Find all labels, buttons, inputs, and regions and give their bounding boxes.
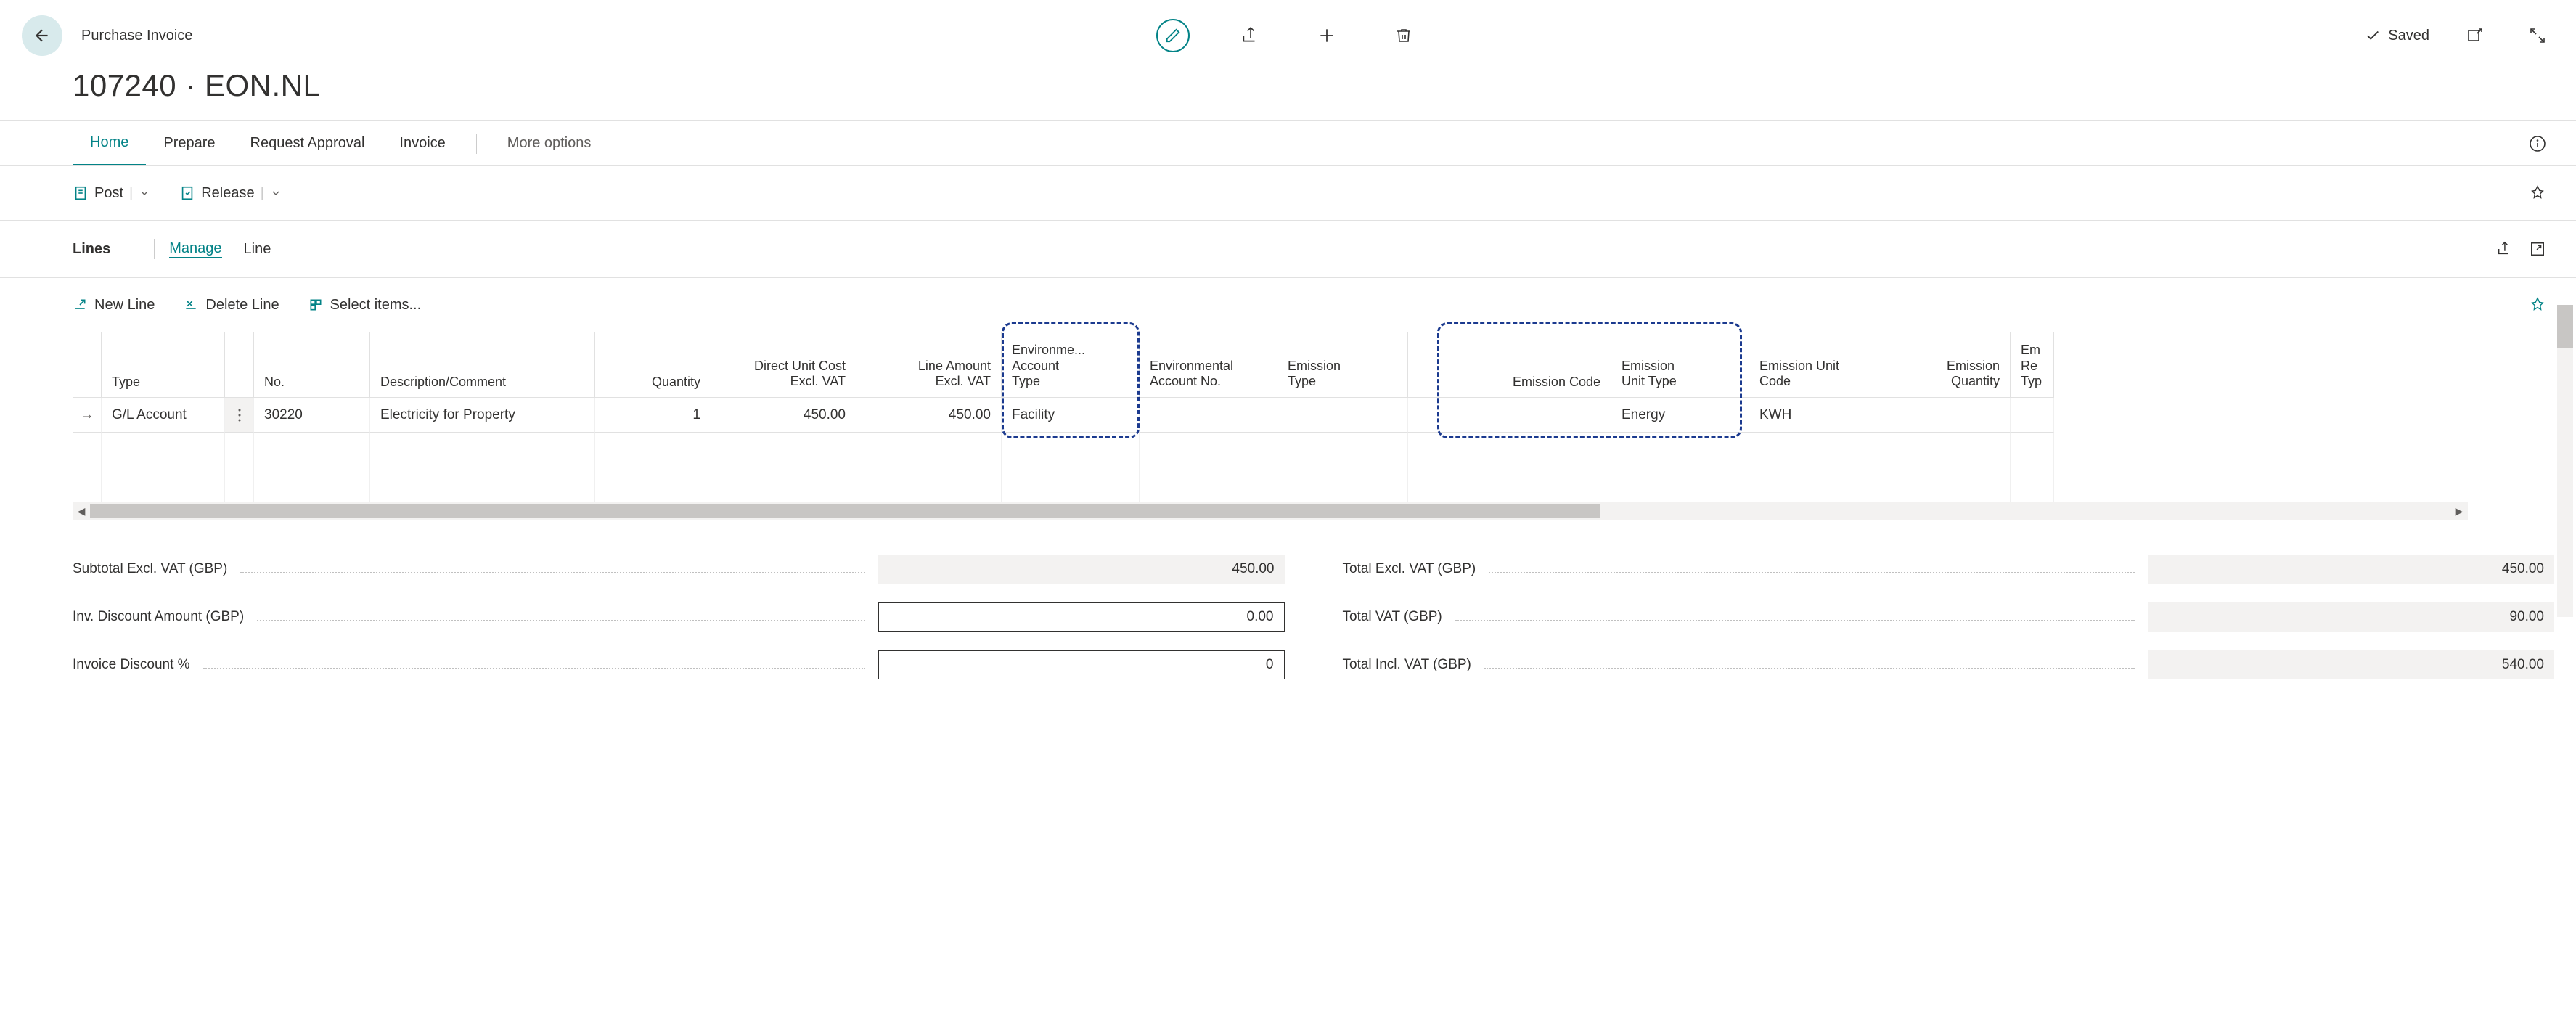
pin-actionbar[interactable]: [2521, 176, 2554, 210]
col-emission-unit-type[interactable]: Emission Unit Type: [1611, 332, 1749, 398]
col-select: [73, 332, 102, 398]
col-direct-unit-cost[interactable]: Direct Unit Cost Excl. VAT: [711, 332, 856, 398]
nav-tabs: Home Prepare Request Approval Invoice Mo…: [0, 120, 2576, 166]
col-emission-qty[interactable]: Emission Quantity: [1894, 332, 2011, 398]
total-excl-vat-value: 450.00: [2148, 555, 2554, 584]
page-title: 107240 · EON.NL: [0, 61, 2576, 120]
cell-emission-type[interactable]: [1277, 398, 1408, 433]
release-action[interactable]: Release |: [179, 185, 282, 202]
col-description[interactable]: Description/Comment: [370, 332, 595, 398]
col-em-re[interactable]: Em Re Typ: [2011, 332, 2054, 398]
col-env-acct-type[interactable]: Environme... Account Type: [1002, 332, 1140, 398]
col-quantity[interactable]: Quantity: [595, 332, 711, 398]
tab-request-approval[interactable]: Request Approval: [233, 122, 383, 165]
scroll-left-icon[interactable]: ◀: [73, 505, 90, 518]
cell-direct-unit-cost[interactable]: 450.00: [711, 398, 856, 433]
col-emission-unit-code[interactable]: Emission Unit Code: [1749, 332, 1894, 398]
back-button[interactable]: [22, 15, 62, 56]
col-emission-type[interactable]: Emission Type: [1277, 332, 1408, 398]
subtotal-excl-vat-label: Subtotal Excl. VAT (GBP): [73, 561, 227, 577]
scroll-thumb[interactable]: [90, 504, 1600, 518]
total-incl-vat-label: Total Incl. VAT (GBP): [1343, 657, 1471, 673]
cell-env-acct-no[interactable]: [1140, 398, 1277, 433]
page-vscrollbar[interactable]: [2557, 305, 2573, 617]
maximize-lines-icon[interactable]: [2521, 232, 2554, 266]
collapse-button[interactable]: [2521, 19, 2554, 52]
edit-button[interactable]: [1156, 19, 1190, 52]
total-vat-label: Total VAT (GBP): [1343, 609, 1442, 625]
cell-emission-code[interactable]: [1408, 398, 1611, 433]
invoice-discount-pct-field[interactable]: 0: [878, 650, 1285, 679]
delete-line-label: Delete Line: [205, 297, 279, 314]
saved-label: Saved: [2388, 28, 2429, 44]
col-line-amount[interactable]: Line Amount Excl. VAT: [856, 332, 1002, 398]
row-indicator[interactable]: →: [73, 398, 102, 433]
new-line-label: New Line: [94, 297, 155, 314]
col-env-acct-no[interactable]: Environmental Account No.: [1140, 332, 1277, 398]
delete-button[interactable]: [1387, 19, 1420, 52]
release-label: Release: [201, 185, 254, 202]
tab-invoice[interactable]: Invoice: [382, 122, 462, 165]
post-label: Post: [94, 185, 123, 202]
col-type[interactable]: Type: [102, 332, 225, 398]
inv-discount-amount-field[interactable]: 0.00: [878, 602, 1285, 632]
table-row[interactable]: [73, 433, 102, 467]
tab-prepare[interactable]: Prepare: [146, 122, 232, 165]
col-rowactions: [225, 332, 254, 398]
row-more-icon[interactable]: [225, 398, 254, 433]
cell-emission-unit-code[interactable]: KWH: [1749, 398, 1894, 433]
nav-divider: [476, 134, 477, 154]
vscroll-thumb[interactable]: [2557, 305, 2573, 348]
new-button[interactable]: [1310, 19, 1344, 52]
cell-em-re[interactable]: [2011, 398, 2054, 433]
inv-discount-amount-label: Inv. Discount Amount (GBP): [73, 609, 244, 625]
pop-out-button[interactable]: [2458, 19, 2492, 52]
subtotal-excl-vat-value: 450.00: [878, 555, 1285, 584]
more-options[interactable]: More options: [490, 122, 609, 165]
share-lines-icon[interactable]: [2487, 232, 2521, 266]
divider: [154, 239, 155, 259]
select-items-button[interactable]: Select items...: [308, 297, 422, 314]
cell-emission-qty[interactable]: [1894, 398, 2011, 433]
breadcrumb: Purchase Invoice: [81, 28, 192, 44]
cell-env-acct-type[interactable]: Facility: [1002, 398, 1140, 433]
cell-emission-unit-type[interactable]: Energy: [1611, 398, 1749, 433]
tab-home[interactable]: Home: [73, 121, 146, 165]
share-button[interactable]: [1233, 19, 1267, 52]
invoice-discount-pct-label: Invoice Discount %: [73, 657, 190, 673]
select-items-label: Select items...: [330, 297, 422, 314]
table-row[interactable]: [73, 467, 102, 502]
total-excl-vat-label: Total Excl. VAT (GBP): [1343, 561, 1476, 577]
total-vat-value: 90.00: [2148, 602, 2554, 632]
col-emission-code[interactable]: Emission Code: [1408, 332, 1611, 398]
cell-type[interactable]: G/L Account: [102, 398, 225, 433]
cell-description[interactable]: Electricity for Property: [370, 398, 595, 433]
lines-title: Lines: [73, 241, 110, 258]
grid-hscrollbar[interactable]: ◀ ▶: [73, 502, 2468, 520]
scroll-right-icon[interactable]: ▶: [2450, 505, 2468, 518]
lines-line[interactable]: Line: [244, 241, 271, 258]
delete-line-button[interactable]: Delete Line: [184, 297, 279, 314]
lines-grid: Type No. Description/Comment Quantity Di…: [73, 332, 2054, 502]
lines-manage[interactable]: Manage: [169, 240, 221, 258]
info-icon[interactable]: [2521, 127, 2554, 160]
post-action[interactable]: Post |: [73, 185, 150, 202]
cell-line-amount[interactable]: 450.00: [856, 398, 1002, 433]
saved-indicator: Saved: [2365, 28, 2429, 44]
total-incl-vat-value: 540.00: [2148, 650, 2554, 679]
cell-quantity[interactable]: 1: [595, 398, 711, 433]
pin-rowtoolbar[interactable]: [2521, 288, 2554, 322]
col-no[interactable]: No.: [254, 332, 370, 398]
cell-no[interactable]: 30220: [254, 398, 370, 433]
new-line-button[interactable]: New Line: [73, 297, 155, 314]
